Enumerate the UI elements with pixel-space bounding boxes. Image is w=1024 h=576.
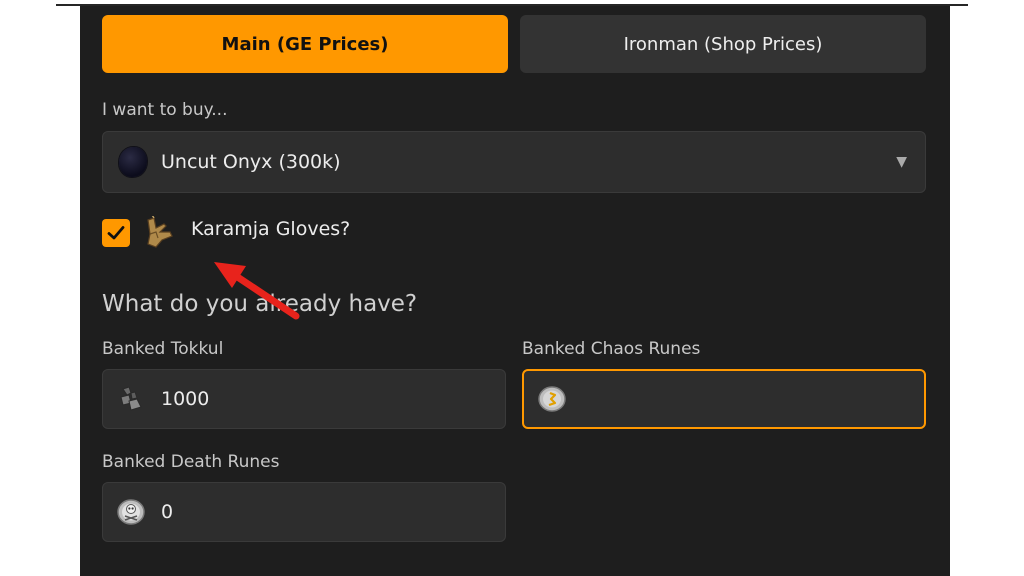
main-ge-prices-button[interactable]: Main (GE Prices) [102,15,508,73]
tokkul-field[interactable] [102,369,506,429]
chevron-down-icon: ▼ [896,154,907,170]
ironman-shop-prices-button[interactable]: Ironman (Shop Prices) [520,15,926,73]
death-rune-icon [117,499,145,525]
chaos-runes-field[interactable] [522,369,926,429]
item-select-value: Uncut Onyx (300k) [161,151,341,173]
buy-label: I want to buy... [102,100,228,120]
calculator-panel: Main (GE Prices) Ironman (Shop Prices) I… [80,6,950,576]
tokkul-label: Banked Tokkul [102,339,224,359]
screenshot-stage: Main (GE Prices) Ironman (Shop Prices) I… [0,0,1024,576]
death-runes-label: Banked Death Runes [102,452,280,472]
uncut-onyx-icon [119,147,147,177]
chaos-rune-icon [538,386,566,412]
item-select[interactable]: Uncut Onyx (300k) ▼ [102,131,926,193]
tokkul-input[interactable] [159,387,463,411]
tokkul-icon [120,386,142,411]
checkmark-icon [107,226,125,240]
mode-toggle: Main (GE Prices) Ironman (Shop Prices) [102,15,926,73]
karamja-gloves-icon [147,216,173,248]
chaos-runes-label: Banked Chaos Runes [522,339,701,359]
have-section-title: What do you already have? [102,291,418,317]
karamja-gloves-label: Karamja Gloves? [191,218,351,240]
karamja-gloves-checkbox[interactable] [102,219,130,247]
chaos-runes-input[interactable] [580,387,884,411]
death-runes-field[interactable] [102,482,506,542]
death-runes-input[interactable] [159,500,463,524]
